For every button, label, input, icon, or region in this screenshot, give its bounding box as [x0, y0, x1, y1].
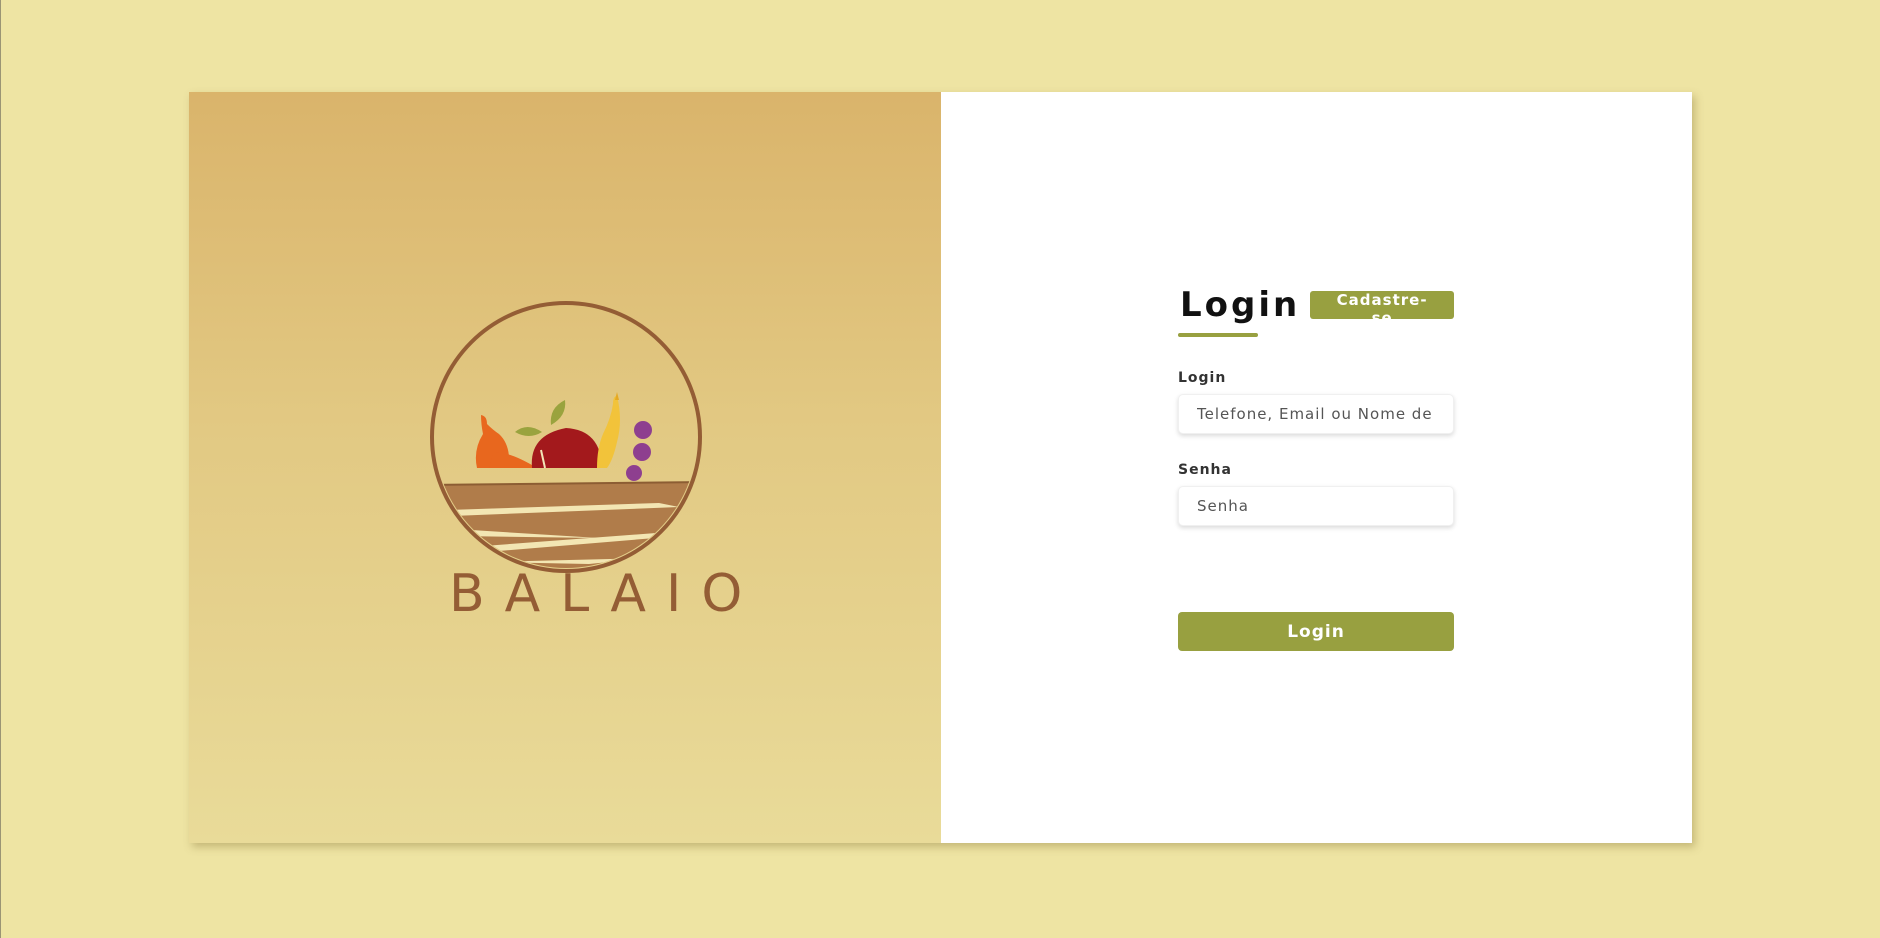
- window-edge: [0, 0, 1, 938]
- tab-login[interactable]: Login: [1178, 285, 1301, 337]
- active-tab-indicator: [1178, 333, 1258, 337]
- login-input[interactable]: [1178, 394, 1454, 434]
- login-card: BALAIO Login Cadastre-se Login Senha Log…: [189, 92, 1692, 843]
- password-input[interactable]: [1178, 486, 1454, 526]
- login-submit-button[interactable]: Login: [1178, 612, 1454, 651]
- fruit-basket-icon: [430, 301, 702, 573]
- form-tabs: Login Cadastre-se: [1178, 285, 1454, 337]
- tab-signup-button[interactable]: Cadastre-se: [1310, 291, 1454, 327]
- brand-name: BALAIO: [449, 564, 763, 624]
- login-field-label: Login: [1178, 370, 1227, 386]
- tab-login-label: Login: [1180, 285, 1301, 325]
- brand-panel: BALAIO: [189, 92, 941, 843]
- login-form: Login Cadastre-se Login Senha Login: [1178, 285, 1454, 651]
- password-field-label: Senha: [1178, 462, 1232, 478]
- form-panel: Login Cadastre-se Login Senha Login: [941, 92, 1692, 843]
